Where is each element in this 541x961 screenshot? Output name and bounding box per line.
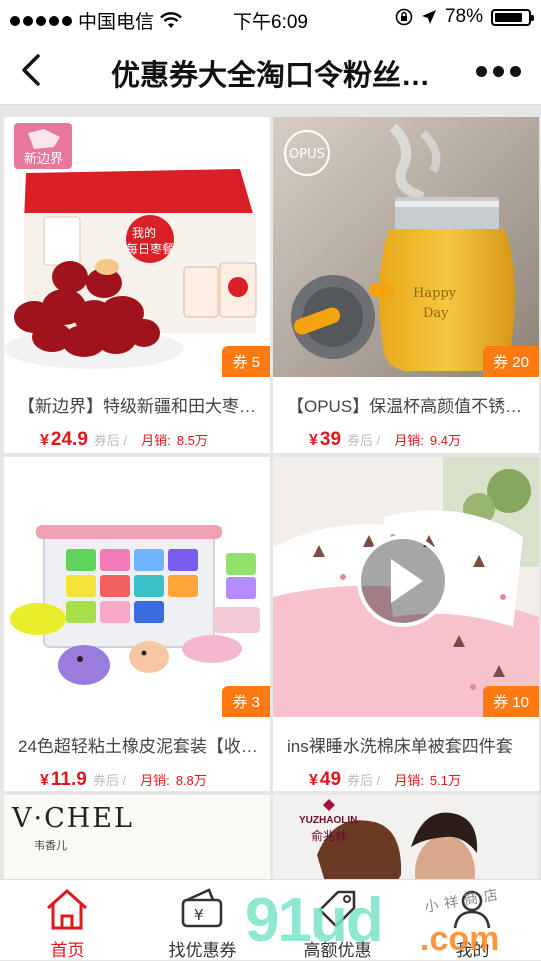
wallet-icon: ¥ [181, 888, 223, 928]
product-title: 24色超轻粘土橡皮泥套装【收… [18, 737, 258, 756]
product-title: 【OPUS】保温杯高颜值不锈… [287, 397, 523, 416]
home-icon [46, 889, 88, 930]
price: ¥11.9 [18, 769, 87, 791]
currency-sign: ¥ [309, 772, 318, 789]
svg-text:每日枣餐: 每日枣餐 [126, 241, 174, 256]
page-title: 优惠券大全淘口令粉丝… [110, 60, 430, 92]
back-icon[interactable] [14, 52, 50, 88]
sales-value: 5.1万 [429, 773, 461, 788]
product-image[interactable]: 新边界 我的 每日枣餐 券 5 [4, 117, 270, 377]
coupon-badge: 券 20 [483, 346, 539, 377]
product-image[interactable]: 券 10 [273, 457, 539, 717]
product-card[interactable]: 券 10 ins裸睡水洗棉床单被套四件套 ¥49 券后 / 月销: 5.1万 [273, 457, 539, 791]
product-title: ins裸睡水洗棉床单被套四件套 [287, 737, 513, 756]
svg-text:Happy: Happy [413, 286, 457, 301]
brand-sub: 俞兆林 [311, 829, 348, 843]
after-coupon-label: 券后 / [347, 433, 381, 448]
brand-sub: 韦香儿 [34, 840, 67, 852]
nav-bar: 优惠券大全淘口令粉丝… [0, 36, 541, 105]
product-meta: ¥11.9 券后 / 月销: 8.8万 [18, 769, 262, 791]
product-image[interactable]: 券 3 [4, 457, 270, 717]
thermos-image: OPUS Happy Day [273, 117, 539, 377]
product-card[interactable]: 券 3 24色超轻粘土橡皮泥套装【收… ¥11.9 券后 / 月销: 8.8万 [4, 457, 270, 791]
price-value: 24.9 [50, 429, 88, 450]
product-image[interactable]: OPUS Happy Day 券 20 [273, 117, 539, 377]
sales-value: 8.5万 [176, 433, 208, 448]
tab-label: 首页 [50, 941, 85, 960]
price: ¥24.9 [18, 429, 88, 451]
coupon-badge: 券 5 [222, 346, 270, 377]
price: ¥39 [287, 429, 341, 451]
svg-text:新边界: 新边界 [24, 151, 63, 167]
svg-text:我的: 我的 [132, 225, 156, 240]
jujube-image: 新边界 我的 每日枣餐 [4, 117, 270, 377]
battery-icon [491, 8, 534, 26]
sales-label: 月销: [394, 773, 424, 788]
location-icon [421, 10, 436, 24]
product-card[interactable]: OPUS Happy Day 券 20 【OPUS】保温杯高颜值不锈… ¥39 … [273, 117, 539, 453]
price-value: 49 [319, 769, 342, 790]
sales-value: 9.4万 [429, 433, 461, 448]
brand-logo: YUZHAOLIN [299, 815, 358, 826]
brand-logo: V·CHEL [12, 803, 134, 834]
product-title: 【新边界】特级新疆和田大枣… [18, 397, 256, 416]
bedding-image [273, 457, 539, 717]
watermark-suffix: .com [420, 920, 500, 958]
watermark-main: 91ud [245, 886, 384, 955]
currency-sign: ¥ [40, 772, 49, 789]
tab-home[interactable]: 首页 [0, 880, 135, 960]
rotation-lock-icon [395, 8, 413, 26]
coupon-badge: 券 3 [222, 686, 270, 717]
battery-percent: 78% [444, 6, 483, 27]
price-value: 39 [319, 429, 342, 450]
svg-text:¥: ¥ [194, 906, 204, 924]
sales-label: 月销: [140, 773, 170, 788]
coupon-badge: 券 10 [483, 686, 539, 717]
currency-sign: ¥ [40, 432, 49, 449]
sales-label: 月销: [141, 433, 171, 448]
price: ¥49 [287, 769, 341, 791]
after-coupon-label: 券后 / [347, 773, 381, 788]
price-value: 11.9 [50, 769, 87, 790]
currency-sign: ¥ [309, 432, 318, 449]
svg-text:OPUS: OPUS [289, 147, 325, 162]
status-right: 78% [395, 6, 534, 28]
status-bar: 中国电信 下午6:09 78% [0, 0, 541, 36]
product-meta: ¥39 券后 / 月销: 9.4万 [287, 429, 531, 451]
product-card[interactable]: 新边界 我的 每日枣餐 券 5 【新边界】特级新疆和田大枣… ¥ 24.9 券后… [4, 117, 270, 453]
sales-value: 8.8万 [175, 773, 207, 788]
more-icon[interactable] [476, 66, 521, 77]
clay-image [4, 457, 270, 717]
svg-text:Day: Day [423, 306, 449, 321]
product-meta: ¥24.9 券后 / 月销: 8.5万 [18, 429, 262, 451]
product-meta: ¥49 券后 / 月销: 5.1万 [287, 769, 531, 791]
after-coupon-label: 券后 / [93, 433, 128, 448]
sales-label: 月销: [394, 433, 424, 448]
after-coupon-label: 券后 / [92, 773, 127, 788]
